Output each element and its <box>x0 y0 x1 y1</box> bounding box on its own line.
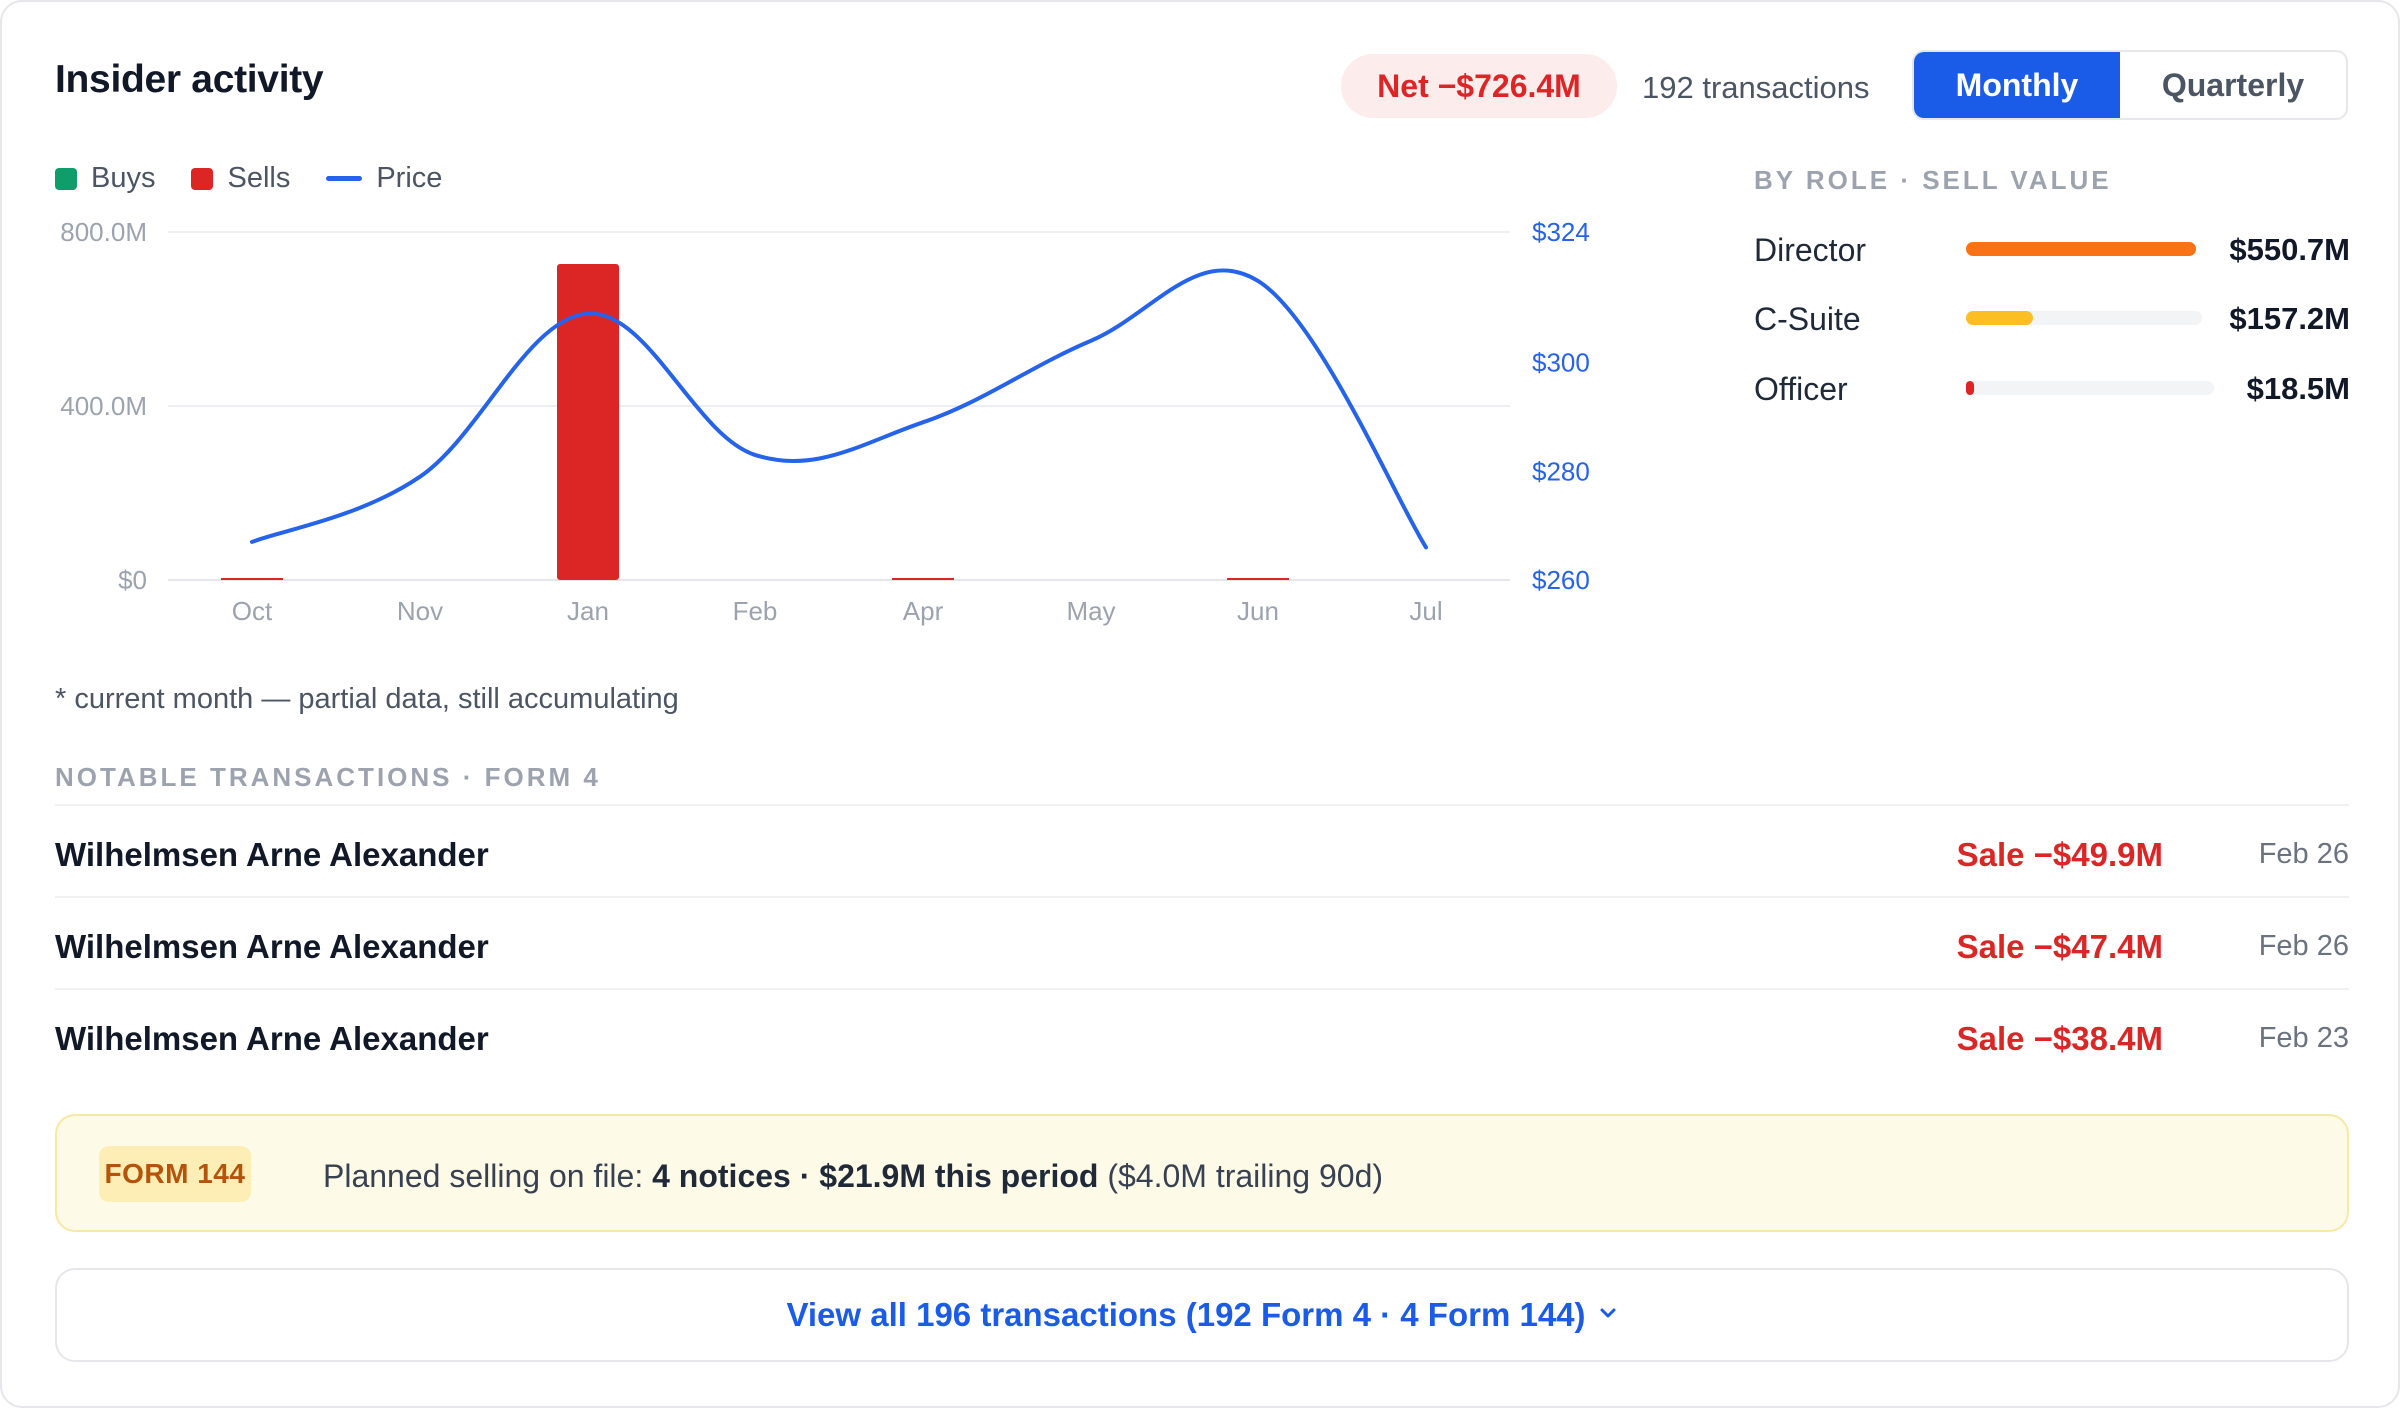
table-row[interactable]: Wilhelmsen Arne Alexander Sale −$38.4M F… <box>55 988 2349 1080</box>
sale-amount: Sale −$47.4M <box>1956 928 2163 965</box>
legend-price: Price <box>326 162 442 195</box>
insider-name: Wilhelmsen Arne Alexander <box>55 928 489 965</box>
x-axis-tick: Nov <box>397 596 443 626</box>
x-axis-tick: Jan <box>567 596 609 626</box>
view-all-transactions-button[interactable]: View all 196 transactions (192 Form 4 · … <box>55 1268 2349 1362</box>
sell-bar <box>557 264 619 580</box>
form144-text: Planned selling on file: 4 notices · $21… <box>323 1158 1383 1195</box>
x-axis-tick: May <box>1066 596 1115 626</box>
left-axis-tick: 400.0M <box>60 391 147 421</box>
chevron-down-icon <box>1598 1303 1618 1328</box>
insider-activity-card: Insider activity Net −$726.4M 192 transa… <box>0 0 2400 1408</box>
role-bar-track <box>1966 381 2214 395</box>
form144-prefix: Planned selling on file: <box>323 1158 653 1194</box>
role-bar-track <box>1966 242 2196 256</box>
role-label: C-Suite <box>1754 301 1861 337</box>
insider-name: Wilhelmsen Arne Alexander <box>55 836 489 873</box>
form144-tag: FORM 144 <box>99 1146 251 1202</box>
notable-heading: NOTABLE TRANSACTIONS · FORM 4 <box>55 762 601 792</box>
price-line <box>250 268 1428 550</box>
partial-data-footnote: * current month — partial data, still ac… <box>55 683 679 715</box>
role-row: Officer $18.5M <box>1754 365 2350 411</box>
form144-suffix: ($4.0M trailing 90d) <box>1098 1158 1384 1194</box>
sell-bar <box>221 578 283 580</box>
legend-price-label: Price <box>376 162 443 194</box>
sells-swatch <box>191 167 214 190</box>
role-value: $18.5M <box>2246 371 2350 406</box>
by-role-heading: BY ROLE · SELL VALUE <box>1754 165 2112 195</box>
form144-bold: 4 notices · $21.9M this period <box>652 1158 1099 1194</box>
insider-chart: $0 400.0M 800.0M $260 $280 $300 $324 Oct Nov Jan F… <box>60 217 1590 626</box>
right-axis-tick: $300 <box>1532 348 1590 378</box>
form144-notice: FORM 144 Planned selling on file: 4 noti… <box>55 1114 2349 1232</box>
x-axis-tick: Apr <box>903 596 944 626</box>
role-bar-fill <box>1966 242 2196 256</box>
role-value: $157.2M <box>2229 301 2350 336</box>
x-axis-tick: Jul <box>1409 596 1442 626</box>
x-axis-tick: Feb <box>733 596 778 626</box>
notable-transactions-list: Wilhelmsen Arne Alexander Sale −$49.9M F… <box>55 804 2349 1080</box>
buys-swatch <box>55 167 77 190</box>
x-axis-tick: Oct <box>232 596 273 626</box>
quarterly-button[interactable]: Quarterly <box>2120 52 2346 118</box>
table-row[interactable]: Wilhelmsen Arne Alexander Sale −$49.9M F… <box>55 804 2349 896</box>
legend-sells: Sells <box>191 162 290 195</box>
view-all-label: View all 196 transactions (192 Form 4 · … <box>786 1296 1586 1333</box>
role-bar-track <box>1966 311 2202 325</box>
insider-name: Wilhelmsen Arne Alexander <box>55 1020 489 1057</box>
x-axis-tick: Jun <box>1237 596 1279 626</box>
role-bar-fill <box>1966 311 2034 325</box>
left-axis-tick: 800.0M <box>60 217 147 247</box>
legend-buys: Buys <box>55 162 155 195</box>
role-row: Director $550.7M <box>1754 226 2350 272</box>
transaction-date: Feb 26 <box>2258 838 2349 870</box>
transaction-date: Feb 23 <box>2258 1022 2349 1054</box>
transaction-count: 192 transactions <box>1642 70 1870 105</box>
period-toggle: Monthly Quarterly <box>1912 50 2348 120</box>
legend-buys-label: Buys <box>91 162 156 194</box>
role-label: Officer <box>1754 371 1848 407</box>
role-value: $550.7M <box>2229 232 2350 267</box>
net-value-badge: Net −$726.4M <box>1341 54 1617 118</box>
monthly-button[interactable]: Monthly <box>1914 52 2120 118</box>
sell-bar <box>1227 578 1289 580</box>
right-axis-tick: $280 <box>1532 456 1590 486</box>
left-axis-tick: $0 <box>118 565 147 595</box>
transaction-date: Feb 26 <box>2258 930 2349 962</box>
right-axis-tick: $324 <box>1532 217 1590 247</box>
chart-legend: Buys Sells Price <box>55 162 478 195</box>
sale-amount: Sale −$38.4M <box>1956 1020 2163 1057</box>
table-row[interactable]: Wilhelmsen Arne Alexander Sale −$47.4M F… <box>55 896 2349 988</box>
sale-amount: Sale −$49.9M <box>1956 836 2163 873</box>
legend-sells-label: Sells <box>227 162 291 194</box>
sell-bar <box>892 578 954 580</box>
right-axis-tick: $260 <box>1532 565 1590 595</box>
role-row: C-Suite $157.2M <box>1754 295 2350 341</box>
role-label: Director <box>1754 232 1867 268</box>
card-title: Insider activity <box>55 58 324 101</box>
role-bar-fill <box>1966 381 1975 395</box>
price-swatch <box>326 176 363 181</box>
